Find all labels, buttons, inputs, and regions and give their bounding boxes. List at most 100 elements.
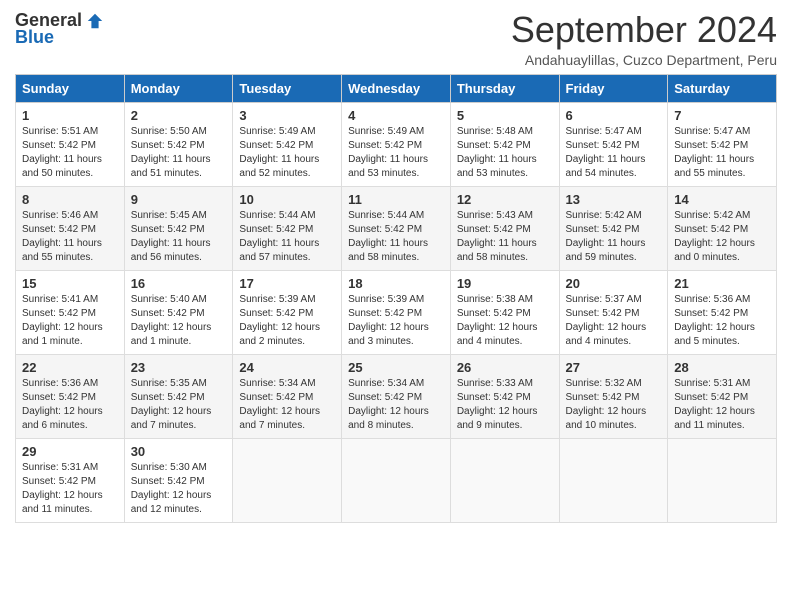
calendar-cell: 30 Sunrise: 5:30 AMSunset: 5:42 PMDayligh…: [124, 438, 233, 522]
day-number: 17: [239, 276, 335, 291]
weekday-header: Friday: [559, 74, 668, 102]
cell-info: Sunrise: 5:42 AMSunset: 5:42 PMDaylight:…: [566, 210, 646, 263]
day-number: 27: [566, 360, 662, 375]
cell-info: Sunrise: 5:49 AMSunset: 5:42 PMDaylight:…: [239, 126, 319, 179]
cell-info: Sunrise: 5:32 AMSunset: 5:42 PMDaylight:…: [566, 378, 647, 431]
calendar-cell: 28Sunrise: 5:31 AMSunset: 5:42 PMDayligh…: [668, 354, 777, 438]
day-number: 11: [348, 192, 444, 207]
cell-info: Sunrise: 5:38 AMSunset: 5:42 PMDaylight:…: [457, 294, 538, 347]
weekday-header: Sunday: [16, 74, 125, 102]
calendar-week-row: 8 Sunrise: 5:46 AMSunset: 5:42 PMDaylight…: [16, 186, 777, 270]
cell-info: Sunrise: 5:50 AMSunset: 5:42 PMDaylight:…: [131, 126, 211, 179]
cell-info: Sunrise: 5:47 AMSunset: 5:42 PMDaylight:…: [674, 126, 754, 179]
day-number: 14: [674, 192, 770, 207]
day-number: 6: [566, 108, 662, 123]
day-number: 29: [22, 444, 118, 459]
title-section: September 2024 Andahuaylillas, Cuzco Dep…: [511, 10, 777, 68]
day-number: 2: [131, 108, 227, 123]
calendar-week-row: 29 Sunrise: 5:31 AMSunset: 5:42 PMDayligh…: [16, 438, 777, 522]
day-number: 20: [566, 276, 662, 291]
day-number: 30: [131, 444, 227, 459]
calendar-cell: 24 Sunrise: 5:34 AMSunset: 5:42 PMDayligh…: [233, 354, 342, 438]
cell-info: Sunrise: 5:42 AMSunset: 5:42 PMDaylight:…: [674, 210, 755, 263]
calendar-cell: 2 Sunrise: 5:50 AMSunset: 5:42 PMDaylight…: [124, 102, 233, 186]
calendar-cell: 16Sunrise: 5:40 AMSunset: 5:42 PMDayligh…: [124, 270, 233, 354]
weekday-header: Monday: [124, 74, 233, 102]
calendar-cell: 11 Sunrise: 5:44 AMSunset: 5:42 PMDayligh…: [342, 186, 451, 270]
calendar-cell: [233, 438, 342, 522]
calendar-cell: 5Sunrise: 5:48 AMSunset: 5:42 PMDaylight…: [450, 102, 559, 186]
weekday-header: Saturday: [668, 74, 777, 102]
page-header: General Blue September 2024 Andahuaylill…: [15, 10, 777, 68]
day-number: 1: [22, 108, 118, 123]
calendar-cell: 17 Sunrise: 5:39 AMSunset: 5:42 PMDayligh…: [233, 270, 342, 354]
weekday-header: Thursday: [450, 74, 559, 102]
calendar-cell: 14 Sunrise: 5:42 AMSunset: 5:42 PMDayligh…: [668, 186, 777, 270]
day-number: 25: [348, 360, 444, 375]
calendar-cell: [342, 438, 451, 522]
cell-info: Sunrise: 5:47 AMSunset: 5:42 PMDaylight:…: [566, 126, 646, 179]
calendar-cell: 15 Sunrise: 5:41 AMSunset: 5:42 PMDayligh…: [16, 270, 125, 354]
day-number: 23: [131, 360, 227, 375]
calendar-cell: 19 Sunrise: 5:38 AMSunset: 5:42 PMDayligh…: [450, 270, 559, 354]
calendar-cell: 10Sunrise: 5:44 AMSunset: 5:42 PMDayligh…: [233, 186, 342, 270]
calendar-cell: [559, 438, 668, 522]
cell-info: Sunrise: 5:33 AMSunset: 5:42 PMDaylight:…: [457, 378, 538, 431]
cell-info: Sunrise: 5:49 AMSunset: 5:42 PMDaylight:…: [348, 126, 428, 179]
day-number: 26: [457, 360, 553, 375]
cell-info: Sunrise: 5:34 AMSunset: 5:42 PMDaylight:…: [239, 378, 320, 431]
day-number: 18: [348, 276, 444, 291]
logo: General Blue: [15, 10, 104, 48]
weekday-header: Tuesday: [233, 74, 342, 102]
cell-info: Sunrise: 5:36 AMSunset: 5:42 PMDaylight:…: [22, 378, 103, 431]
location-title: Andahuaylillas, Cuzco Department, Peru: [511, 52, 777, 68]
calendar-cell: 7 Sunrise: 5:47 AMSunset: 5:42 PMDaylight…: [668, 102, 777, 186]
cell-info: Sunrise: 5:44 AMSunset: 5:42 PMDaylight:…: [239, 210, 319, 263]
day-number: 28: [674, 360, 770, 375]
calendar-cell: 22Sunrise: 5:36 AMSunset: 5:42 PMDayligh…: [16, 354, 125, 438]
calendar-week-row: 1 Sunrise: 5:51 AMSunset: 5:42 PMDaylight…: [16, 102, 777, 186]
calendar-week-row: 15 Sunrise: 5:41 AMSunset: 5:42 PMDayligh…: [16, 270, 777, 354]
cell-info: Sunrise: 5:40 AMSunset: 5:42 PMDaylight:…: [131, 294, 212, 347]
calendar-cell: 29 Sunrise: 5:31 AMSunset: 5:42 PMDayligh…: [16, 438, 125, 522]
cell-info: Sunrise: 5:44 AMSunset: 5:42 PMDaylight:…: [348, 210, 428, 263]
calendar-cell: 25Sunrise: 5:34 AMSunset: 5:42 PMDayligh…: [342, 354, 451, 438]
day-number: 12: [457, 192, 553, 207]
day-number: 15: [22, 276, 118, 291]
day-number: 19: [457, 276, 553, 291]
calendar-cell: 26 Sunrise: 5:33 AMSunset: 5:42 PMDayligh…: [450, 354, 559, 438]
calendar-cell: 3 Sunrise: 5:49 AMSunset: 5:42 PMDaylight…: [233, 102, 342, 186]
day-number: 5: [457, 108, 553, 123]
cell-info: Sunrise: 5:51 AMSunset: 5:42 PMDaylight:…: [22, 126, 102, 179]
cell-info: Sunrise: 5:39 AMSunset: 5:42 PMDaylight:…: [348, 294, 429, 347]
calendar-cell: 12 Sunrise: 5:43 AMSunset: 5:42 PMDayligh…: [450, 186, 559, 270]
calendar-cell: 8 Sunrise: 5:46 AMSunset: 5:42 PMDaylight…: [16, 186, 125, 270]
calendar-cell: 1 Sunrise: 5:51 AMSunset: 5:42 PMDaylight…: [16, 102, 125, 186]
weekday-header: Wednesday: [342, 74, 451, 102]
cell-info: Sunrise: 5:30 AMSunset: 5:42 PMDaylight:…: [131, 462, 212, 515]
day-number: 9: [131, 192, 227, 207]
logo-icon: [86, 12, 104, 30]
day-number: 13: [566, 192, 662, 207]
cell-info: Sunrise: 5:31 AMSunset: 5:42 PMDaylight:…: [22, 462, 103, 515]
day-number: 24: [239, 360, 335, 375]
cell-info: Sunrise: 5:37 AMSunset: 5:42 PMDaylight:…: [566, 294, 647, 347]
day-number: 8: [22, 192, 118, 207]
calendar-cell: 27 Sunrise: 5:32 AMSunset: 5:42 PMDayligh…: [559, 354, 668, 438]
logo-blue-text: Blue: [15, 27, 54, 48]
cell-info: Sunrise: 5:46 AMSunset: 5:42 PMDaylight:…: [22, 210, 102, 263]
calendar-header-row: SundayMondayTuesdayWednesdayThursdayFrid…: [16, 74, 777, 102]
day-number: 21: [674, 276, 770, 291]
cell-info: Sunrise: 5:45 AMSunset: 5:42 PMDaylight:…: [131, 210, 211, 263]
calendar-cell: 6 Sunrise: 5:47 AMSunset: 5:42 PMDaylight…: [559, 102, 668, 186]
calendar-week-row: 22Sunrise: 5:36 AMSunset: 5:42 PMDayligh…: [16, 354, 777, 438]
day-number: 3: [239, 108, 335, 123]
calendar-cell: [668, 438, 777, 522]
cell-info: Sunrise: 5:41 AMSunset: 5:42 PMDaylight:…: [22, 294, 103, 347]
day-number: 7: [674, 108, 770, 123]
day-number: 4: [348, 108, 444, 123]
cell-info: Sunrise: 5:43 AMSunset: 5:42 PMDaylight:…: [457, 210, 537, 263]
calendar-cell: 18 Sunrise: 5:39 AMSunset: 5:42 PMDayligh…: [342, 270, 451, 354]
calendar-table: SundayMondayTuesdayWednesdayThursdayFrid…: [15, 74, 777, 523]
cell-info: Sunrise: 5:39 AMSunset: 5:42 PMDaylight:…: [239, 294, 320, 347]
